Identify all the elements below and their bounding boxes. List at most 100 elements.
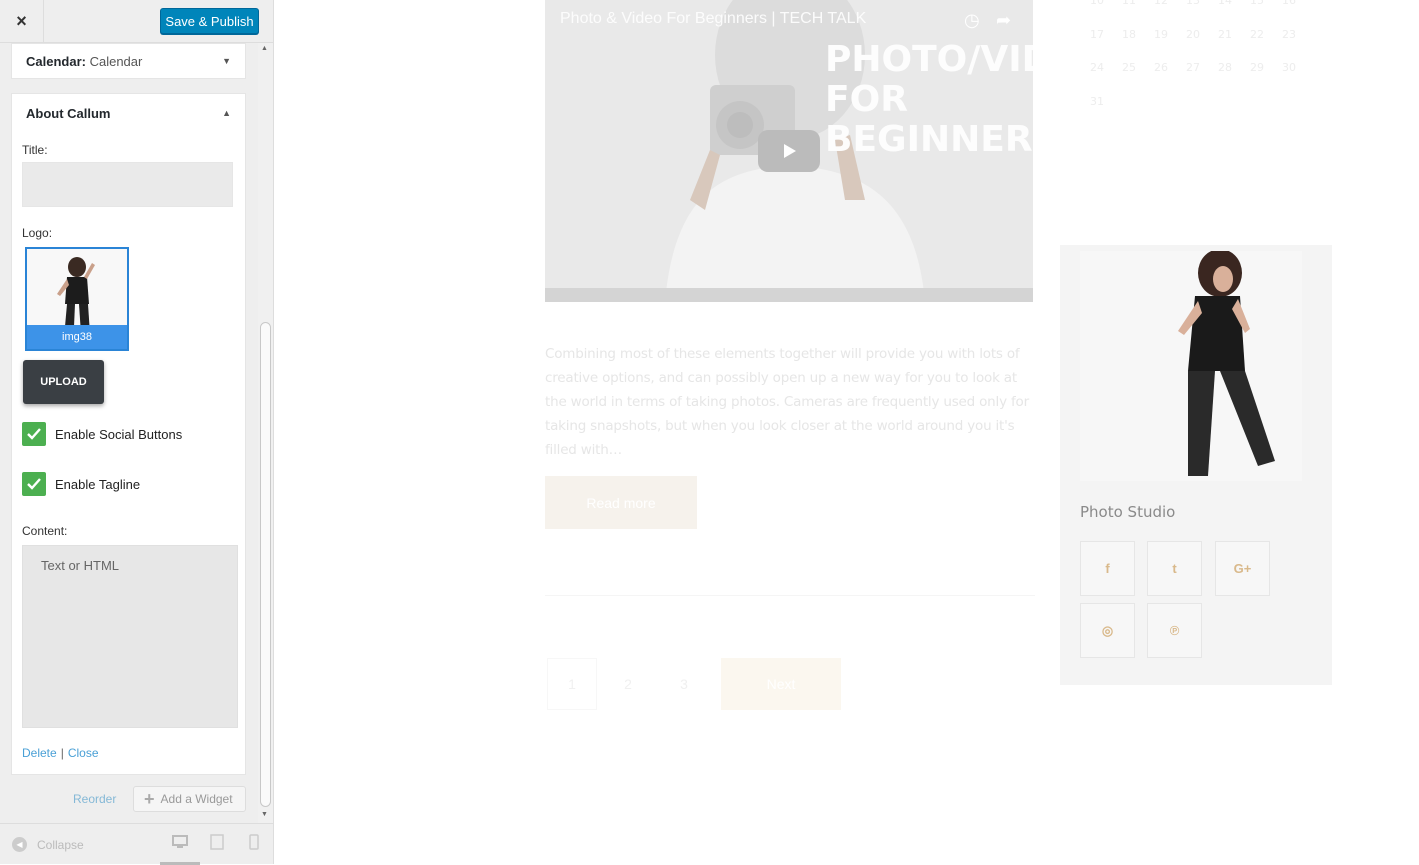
video-embed[interactable]: Photo & Video For Beginners | TECH TALK …	[545, 0, 1033, 302]
about-widget-form: Title: Logo: img38 UPLOAD Enable Social …	[11, 132, 246, 775]
video-title[interactable]: Photo & Video For Beginners | TECH TALK	[560, 10, 866, 28]
pagination-page-1[interactable]: 1	[547, 658, 597, 710]
video-progress-bar[interactable]	[545, 288, 1033, 302]
link-separator: |	[60, 746, 64, 760]
desktop-preview-button[interactable]	[160, 834, 200, 865]
calendar-day[interactable]: 24	[1090, 61, 1104, 74]
about-widget-preview: Photo Studio f t G+ ◎ ℗	[1060, 245, 1332, 685]
calendar-day[interactable]: 12	[1154, 0, 1168, 7]
calendar-day[interactable]: 29	[1250, 61, 1264, 74]
tablet-icon	[210, 834, 224, 850]
widget-list: Calendar: Calendar ▼ About Callum ▲ Titl…	[0, 43, 258, 823]
checkmark-icon	[27, 478, 41, 490]
about-widget-title: About Callum	[26, 105, 111, 121]
about-widget-header[interactable]: About Callum ▲	[11, 93, 246, 133]
overlay-line: PHOTO/VIDEO	[825, 39, 1033, 80]
calendar-day[interactable]: 17	[1090, 28, 1104, 41]
customizer-sidebar: × Save & Publish Calendar: Calendar ▼ Ab…	[0, 0, 274, 865]
social-buttons-toggle[interactable]: Enable Social Buttons	[22, 422, 182, 446]
google-plus-icon: G+	[1233, 561, 1252, 576]
pinterest-button[interactable]: ℗	[1147, 603, 1202, 658]
instagram-icon: ◎	[1101, 622, 1114, 638]
twitter-button[interactable]: t	[1147, 541, 1202, 596]
overlay-line: FOR	[825, 79, 908, 120]
calendar-day[interactable]: 13	[1186, 0, 1200, 7]
calendar-day[interactable]: 16	[1282, 0, 1296, 7]
expand-arrow-icon[interactable]: ▼	[222, 56, 231, 66]
tablet-preview-button[interactable]	[197, 834, 237, 865]
widget-actions: Delete | Close	[22, 746, 99, 760]
calendar-day[interactable]: 21	[1218, 28, 1232, 41]
model-photo	[1080, 251, 1302, 481]
pinterest-icon: ℗	[1169, 623, 1180, 638]
calendar-day[interactable]: 28	[1218, 61, 1232, 74]
post-excerpt: Combining most of these elements togethe…	[545, 346, 1029, 458]
mobile-icon	[249, 834, 259, 850]
calendar-day[interactable]: 14	[1218, 0, 1232, 7]
video-overlay-text: PHOTO/VIDEO FOR BEGINNERS	[825, 40, 1033, 160]
save-publish-button[interactable]: Save & Publish	[160, 8, 259, 34]
calendar-day[interactable]: 15	[1250, 0, 1264, 7]
calendar-day[interactable]: 10	[1090, 0, 1104, 7]
share-icon[interactable]: ➦	[996, 10, 1011, 31]
customizer-footer: ◀ Collapse	[0, 823, 274, 865]
social-buttons-label: Enable Social Buttons	[55, 426, 183, 442]
delete-link[interactable]: Delete	[22, 746, 57, 760]
read-more-button[interactable]: Read more	[545, 476, 697, 529]
calendar-day[interactable]: 25	[1122, 61, 1136, 74]
close-link[interactable]: Close	[68, 746, 99, 760]
site-preview: Photo & Video For Beginners | TECH TALK …	[274, 0, 1419, 864]
upload-button[interactable]: UPLOAD	[23, 360, 104, 404]
studio-tagline: Photo Studio	[1080, 503, 1176, 521]
scroll-up-arrow-icon[interactable]: ▲	[261, 45, 268, 52]
calendar-day[interactable]: 22	[1250, 28, 1264, 41]
calendar-day[interactable]: 30	[1282, 61, 1296, 74]
scrollbar-thumb[interactable]	[260, 322, 271, 807]
calendar-widget-title: Calendar:	[26, 53, 86, 69]
facebook-icon: f	[1105, 561, 1110, 576]
logo-caption: img38	[27, 325, 127, 349]
logo-label: Logo:	[22, 226, 53, 240]
calendar-day[interactable]: 18	[1122, 28, 1136, 41]
calendar-widget-subtitle: Calendar	[85, 53, 143, 69]
mobile-preview-button[interactable]	[234, 834, 274, 865]
tagline-toggle[interactable]: Enable Tagline	[22, 472, 140, 496]
close-customizer-button[interactable]: ×	[0, 0, 44, 43]
calendar-widget-header[interactable]: Calendar: Calendar ▼	[11, 43, 246, 79]
checkbox-tagline[interactable]	[22, 472, 46, 496]
about-logo-image	[1080, 251, 1302, 481]
customizer-header: × Save & Publish	[0, 0, 273, 43]
calendar-day[interactable]: 27	[1186, 61, 1200, 74]
calendar-widget: 10 11 12 13 14 15 16 17 18 19 20 21 22 2…	[1082, 0, 1332, 120]
tagline-label: Enable Tagline	[55, 476, 141, 492]
watch-later-icon[interactable]: ◷	[964, 10, 980, 31]
pagination-page-3[interactable]: 3	[659, 658, 709, 710]
calendar-day[interactable]: 19	[1154, 28, 1168, 41]
collapse-label: Collapse	[37, 837, 84, 852]
google-plus-button[interactable]: G+	[1215, 541, 1270, 596]
calendar-day[interactable]: 26	[1154, 61, 1168, 74]
checkbox-social[interactable]	[22, 422, 46, 446]
calendar-day[interactable]: 23	[1282, 28, 1296, 41]
play-button[interactable]	[758, 130, 820, 172]
instagram-button[interactable]: ◎	[1080, 603, 1135, 658]
divider	[545, 595, 1035, 596]
title-label: Title:	[22, 143, 48, 157]
logo-thumbnail[interactable]: img38	[25, 247, 129, 351]
collapse-arrow-icon[interactable]: ▲	[222, 108, 231, 118]
add-widget-button[interactable]: + Add a Widget	[133, 786, 246, 812]
reorder-link[interactable]: Reorder	[73, 792, 116, 806]
calendar-day[interactable]: 11	[1122, 0, 1136, 7]
content-textarea[interactable]: Text or HTML	[22, 545, 238, 728]
sidebar-scrollbar[interactable]: ▲ ▼	[258, 43, 273, 823]
overlay-line: BEGINNERS	[825, 119, 1033, 160]
scroll-down-arrow-icon[interactable]: ▼	[261, 811, 268, 818]
pagination-next[interactable]: Next	[721, 658, 841, 710]
checkmark-icon	[27, 428, 41, 440]
collapse-button[interactable]: ◀ Collapse	[12, 837, 84, 852]
calendar-day[interactable]: 31	[1090, 95, 1104, 108]
facebook-button[interactable]: f	[1080, 541, 1135, 596]
title-input[interactable]	[22, 162, 233, 207]
calendar-day[interactable]: 20	[1186, 28, 1200, 41]
pagination-page-2[interactable]: 2	[603, 658, 653, 710]
